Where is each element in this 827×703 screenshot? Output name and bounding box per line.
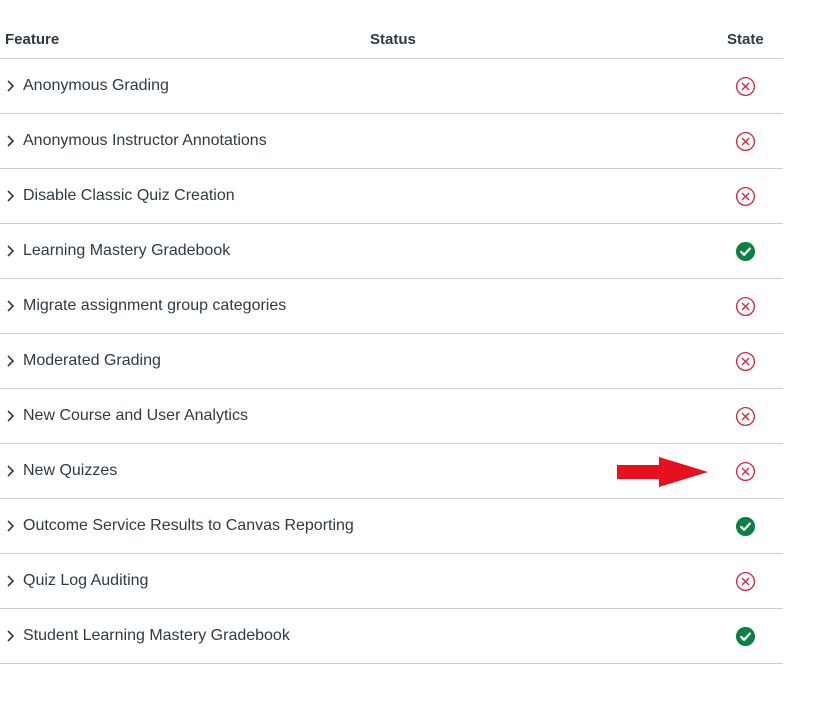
feature-name: New Quizzes — [23, 462, 118, 479]
feature-name: Anonymous Instructor Annotations — [23, 132, 267, 149]
table-row[interactable]: Student Learning Mastery Gradebook — [0, 609, 783, 664]
table-row[interactable]: Disable Classic Quiz Creation — [0, 169, 783, 224]
feature-name: Anonymous Grading — [23, 77, 169, 94]
feature-options-table: Feature Status State Anonymous Grading An… — [0, 0, 783, 664]
chevron-right-icon[interactable] — [5, 519, 17, 533]
table-row[interactable]: New Course and User Analytics — [0, 389, 783, 444]
x-circle-icon[interactable] — [735, 461, 756, 482]
table-row[interactable]: Anonymous Instructor Annotations — [0, 114, 783, 169]
x-circle-icon[interactable] — [735, 131, 756, 152]
table-row[interactable]: Quiz Log Auditing — [0, 554, 783, 609]
check-circle-icon[interactable] — [735, 241, 756, 262]
x-circle-icon[interactable] — [735, 571, 756, 592]
chevron-right-icon[interactable] — [5, 354, 17, 368]
header-feature: Feature — [5, 31, 60, 48]
chevron-right-icon[interactable] — [5, 629, 17, 643]
chevron-right-icon[interactable] — [5, 299, 17, 313]
chevron-right-icon[interactable] — [5, 134, 17, 148]
chevron-right-icon[interactable] — [5, 189, 17, 203]
header-status: Status — [370, 31, 416, 48]
table-row[interactable]: Anonymous Grading — [0, 59, 783, 114]
x-circle-icon[interactable] — [735, 186, 756, 207]
feature-name: Outcome Service Results to Canvas Report… — [23, 517, 354, 534]
table-header: Feature Status State — [0, 0, 783, 59]
x-circle-icon[interactable] — [735, 76, 756, 97]
x-circle-icon[interactable] — [735, 406, 756, 427]
check-circle-icon[interactable] — [735, 626, 756, 647]
feature-name: New Course and User Analytics — [23, 407, 248, 424]
chevron-right-icon[interactable] — [5, 79, 17, 93]
table-row[interactable]: Learning Mastery Gradebook — [0, 224, 783, 279]
chevron-right-icon[interactable] — [5, 244, 17, 258]
feature-name: Quiz Log Auditing — [23, 572, 149, 589]
header-state: State — [727, 31, 764, 48]
feature-name: Moderated Grading — [23, 352, 161, 369]
chevron-right-icon[interactable] — [5, 464, 17, 478]
chevron-right-icon[interactable] — [5, 409, 17, 423]
arrow-right-icon — [617, 457, 708, 487]
x-circle-icon[interactable] — [735, 296, 756, 317]
table-body: Anonymous Grading Anonymous Instructor An… — [0, 59, 783, 664]
feature-name: Learning Mastery Gradebook — [23, 242, 231, 259]
feature-name: Student Learning Mastery Gradebook — [23, 627, 290, 644]
table-row[interactable]: Moderated Grading — [0, 334, 783, 389]
feature-name: Disable Classic Quiz Creation — [23, 187, 235, 204]
x-circle-icon[interactable] — [735, 351, 756, 372]
feature-name: Migrate assignment group categories — [23, 297, 287, 314]
table-row[interactable]: Migrate assignment group categories — [0, 279, 783, 334]
check-circle-icon[interactable] — [735, 516, 756, 537]
table-row[interactable]: Outcome Service Results to Canvas Report… — [0, 499, 783, 554]
chevron-right-icon[interactable] — [5, 574, 17, 588]
